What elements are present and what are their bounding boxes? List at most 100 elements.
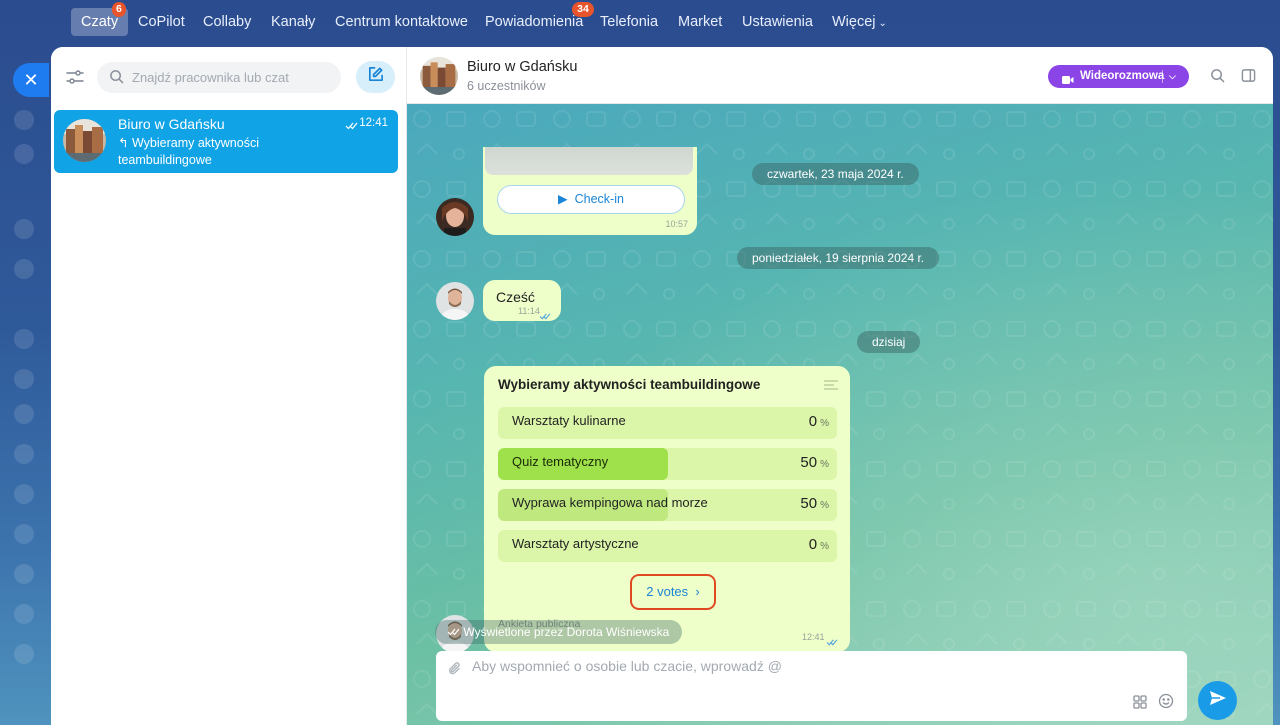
send-icon — [1209, 690, 1227, 711]
chat-header-avatar[interactable] — [420, 57, 458, 95]
check-in-button[interactable]: ▶ Check-in — [497, 185, 685, 214]
poll-option-label: Warsztaty kulinarne — [512, 413, 626, 428]
menu-icon[interactable] — [14, 329, 34, 349]
reply-icon: ↰ — [118, 136, 129, 150]
menu-icon[interactable] — [14, 369, 34, 389]
menu-icon[interactable] — [14, 144, 34, 164]
poll-option[interactable]: Warsztaty kulinarne 0% — [498, 407, 837, 439]
read-checks-icon — [826, 633, 838, 651]
map-preview[interactable] — [485, 147, 693, 175]
send-button[interactable] — [1198, 681, 1237, 720]
search-box[interactable] — [97, 62, 341, 93]
location-message: ▶ Check-in 10:57 — [483, 147, 697, 235]
read-checks-icon — [345, 117, 358, 135]
poll-option-percent: 50% — [800, 495, 829, 512]
menu-icon[interactable] — [14, 444, 34, 464]
nav-item-label: Centrum kontaktowe — [335, 14, 468, 30]
notifications-badge: 34 — [572, 2, 594, 17]
poll-message: Wybieramy aktywności teambuildingowe War… — [484, 366, 850, 652]
emoji-icon[interactable] — [1158, 693, 1174, 709]
sender-avatar[interactable] — [436, 282, 474, 320]
poll-option-label: Wyprawa kempingowa nad morze — [512, 495, 708, 510]
message-area[interactable]: ▶ Check-in 10:57 czwartek, 23 maja 2024 … — [407, 104, 1273, 725]
menu-icon[interactable] — [14, 524, 34, 544]
close-panel-button[interactable]: ✕ — [13, 63, 49, 97]
search-icon[interactable] — [1210, 68, 1226, 84]
check-in-label: Check-in — [574, 192, 624, 206]
chat-name: Biuro w Gdańsku — [118, 116, 225, 132]
nav-item-telephony[interactable]: Telefonia — [600, 8, 658, 36]
menu-icon[interactable] — [14, 404, 34, 424]
messenger-window: Biuro w Gdańsku 12:41 ↰ Wybieramy aktywn… — [51, 47, 1273, 725]
votes-label: 2 votes — [646, 584, 689, 599]
search-icon — [109, 69, 125, 85]
nav-item-label: Kanały — [271, 14, 316, 30]
play-icon: ▶ — [558, 192, 568, 206]
nav-item-label: Powiadomienia — [485, 14, 584, 30]
menu-icon[interactable] — [14, 110, 34, 130]
chat-preview: ↰ Wybieramy aktywności teambuildingowe — [118, 135, 338, 169]
new-chat-button[interactable] — [356, 61, 395, 93]
chat-list-item[interactable]: Biuro w Gdańsku 12:41 ↰ Wybieramy aktywn… — [54, 110, 398, 173]
chat-time: 12:41 — [359, 117, 388, 129]
chats-badge: 6 — [112, 2, 126, 17]
nav-item-label: Czaty — [81, 14, 119, 30]
chat-preview-text: Wybieramy aktywności teambuildingowe — [118, 136, 259, 167]
read-checks-icon — [447, 625, 463, 639]
chevron-down-icon[interactable]: ⌵ — [1169, 65, 1176, 88]
nav-item-label: Market — [678, 14, 723, 30]
nav-item-label: Ustawienia — [742, 14, 813, 30]
message-text: Cześć — [496, 289, 535, 305]
chat-header: Biuro w Gdańsku 6 uczestników Wideorozmo… — [407, 47, 1273, 104]
video-camera-icon — [1062, 71, 1074, 94]
nav-item-notifications[interactable]: Powiadomienia — [485, 8, 583, 36]
view-votes-button[interactable]: 2 votes › — [630, 574, 716, 610]
nav-item-collaby[interactable]: Collaby — [203, 8, 251, 36]
sender-avatar[interactable] — [436, 198, 474, 236]
nav-item-label: Więcej — [832, 14, 876, 30]
message-time: 11:14 — [518, 306, 540, 316]
nav-item-label: Telefonia — [600, 14, 659, 30]
nav-item-market[interactable]: Market — [678, 8, 722, 36]
menu-icon[interactable] — [14, 484, 34, 504]
poll-option-percent: 0% — [808, 536, 829, 553]
chat-title[interactable]: Biuro w Gdańsku — [467, 59, 577, 75]
divider — [1162, 70, 1163, 83]
read-checks-icon — [539, 307, 551, 325]
chat-avatar — [63, 119, 106, 162]
nav-item-contact-center[interactable]: Centrum kontaktowe — [335, 8, 468, 36]
nav-item-label: CoPilot — [138, 14, 185, 30]
search-input[interactable] — [132, 62, 332, 93]
poll-option[interactable]: Wyprawa kempingowa nad morze 50% — [498, 489, 837, 521]
read-receipt[interactable]: Wyświetlone przez Dorota Wiśniewska — [435, 620, 683, 644]
menu-icon[interactable] — [14, 259, 34, 279]
poll-option-label: Warsztaty artystyczne — [512, 536, 639, 551]
menu-icon[interactable] — [14, 644, 34, 664]
menu-icon[interactable] — [14, 219, 34, 239]
poll-option[interactable]: Warsztaty artystyczne 0% — [498, 530, 837, 562]
nav-item-copilot[interactable]: CoPilot — [138, 8, 185, 36]
message-input[interactable] — [472, 658, 1162, 680]
chat-panel: Biuro w Gdańsku 6 uczestników Wideorozmo… — [407, 47, 1273, 725]
nav-item-channels[interactable]: Kanały — [271, 8, 315, 36]
sidebar-toggle-icon[interactable] — [1241, 68, 1257, 84]
poll-option-selected[interactable]: Quiz tematyczny 50% — [498, 448, 837, 480]
filter-settings-icon[interactable] — [65, 67, 89, 91]
apps-grid-icon[interactable] — [1133, 695, 1147, 709]
nav-item-more[interactable]: Więcej ⌄ — [832, 8, 887, 36]
menu-icon[interactable] — [14, 564, 34, 584]
message-time: 12:41 — [802, 632, 825, 642]
date-separator: poniedziałek, 19 sierpnia 2024 r. — [737, 247, 940, 269]
date-separator: dzisiaj — [857, 331, 921, 353]
video-call-label: Wideorozmowa — [1080, 70, 1165, 82]
attach-icon[interactable] — [448, 661, 464, 677]
nav-item-settings[interactable]: Ustawienia — [742, 8, 813, 36]
menu-icon[interactable] — [14, 604, 34, 624]
poll-menu-icon[interactable] — [824, 378, 838, 392]
chevron-right-icon: › — [691, 584, 700, 599]
video-call-button[interactable]: Wideorozmowa ⌵ — [1048, 65, 1189, 88]
close-icon: ✕ — [23, 70, 39, 90]
participants-count[interactable]: 6 uczestników — [467, 79, 546, 93]
text-message: Cześć 11:14 — [483, 280, 561, 321]
message-composer[interactable] — [436, 651, 1187, 721]
